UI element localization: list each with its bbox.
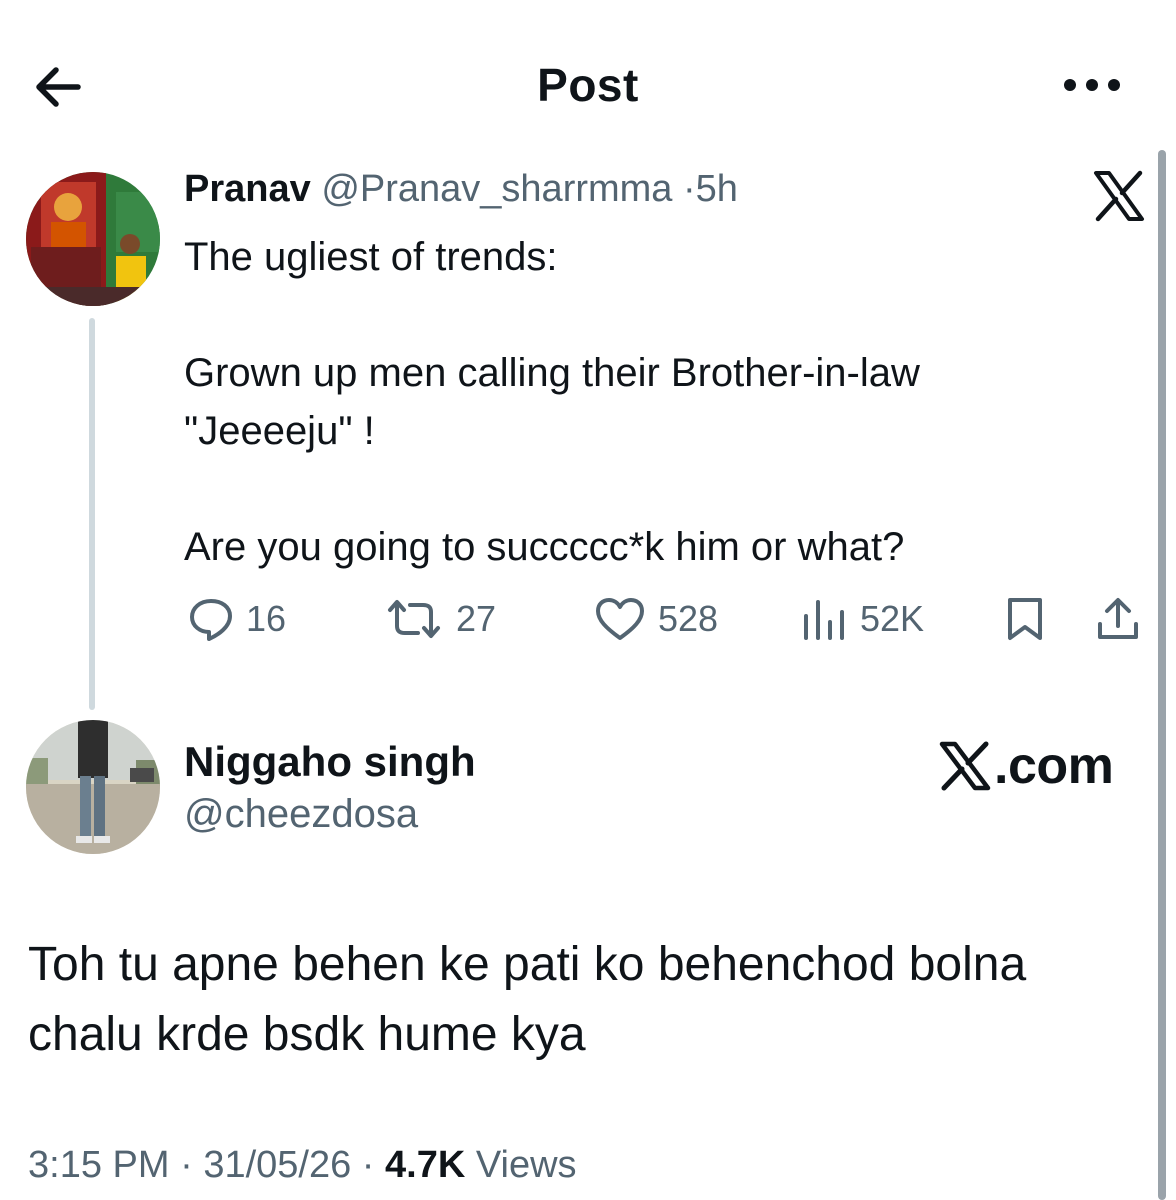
quoted-post-text: The ugliest of trends: Grown up men call… xyxy=(184,228,1124,576)
avatar-niggaho[interactable] xyxy=(26,720,160,854)
like-count: 528 xyxy=(658,598,719,639)
reply-text-line: chalu krde bsdk hume kya xyxy=(28,1008,586,1061)
reply-icon xyxy=(190,599,232,641)
post-views-count: 4.7K xyxy=(385,1144,466,1186)
post-action-bar: 16 27 528 52K xyxy=(184,592,1144,646)
repost-icon xyxy=(388,600,440,638)
x-logo-icon xyxy=(939,741,991,791)
reply-author-name[interactable]: Niggaho singh xyxy=(184,738,476,786)
page-title: Post xyxy=(537,59,639,111)
quoted-text-line: The ugliest of trends: xyxy=(184,235,558,279)
quoted-text-line: "Jeeeeju" ! xyxy=(184,409,375,453)
reply-count: 16 xyxy=(246,598,287,639)
meta-separator: · xyxy=(169,1144,204,1186)
views-count: 52K xyxy=(860,598,925,639)
reply-author-handle[interactable]: @cheezdosa xyxy=(184,792,418,837)
bookmark-icon xyxy=(1008,598,1042,640)
quoted-text-line: Grown up men calling their Brother-in-la… xyxy=(184,351,920,395)
reply-text-line: Toh tu apne behen ke pati ko behenchod b… xyxy=(28,938,1027,991)
thread-line xyxy=(89,318,95,710)
meta-separator: · xyxy=(683,168,696,210)
quoted-post-time[interactable]: 5h xyxy=(696,168,738,210)
share-button[interactable] xyxy=(1096,592,1140,646)
views-button[interactable]: 52K xyxy=(800,592,924,646)
quoted-text-line: Are you going to succccc*k him or what? xyxy=(184,525,905,569)
post-footer-meta: 3:15 PM · 31/05/26 · 4.7K Views xyxy=(28,1144,577,1187)
top-bar: Post xyxy=(0,0,1176,160)
quoted-text-line xyxy=(184,286,1124,344)
quoted-author-name[interactable]: Pranav xyxy=(184,168,311,210)
quoted-post-header: Pranav @Pranav_sharrmma ·5h xyxy=(184,168,738,211)
more-horizontal-icon xyxy=(1064,79,1120,91)
repost-count: 27 xyxy=(456,598,497,639)
x-logo-icon xyxy=(1092,170,1146,222)
post-time[interactable]: 3:15 PM xyxy=(28,1144,170,1186)
bookmark-button[interactable] xyxy=(1004,592,1046,646)
like-button[interactable]: 528 xyxy=(594,592,718,646)
watermark-domain: .com xyxy=(994,737,1114,795)
post-date[interactable]: 31/05/26 xyxy=(203,1144,351,1186)
post-views-label: Views xyxy=(465,1144,577,1186)
bar-chart-icon xyxy=(804,600,844,640)
repost-button[interactable]: 27 xyxy=(384,592,496,646)
quoted-author-handle[interactable]: @Pranav_sharrmma xyxy=(321,168,672,210)
more-options-button[interactable] xyxy=(1060,70,1124,100)
scrollbar[interactable] xyxy=(1158,150,1166,1200)
avatar-pranav[interactable] xyxy=(26,172,160,306)
x-com-watermark: .com xyxy=(938,737,1114,795)
reply-post-text: Toh tu apne behen ke pati ko behenchod b… xyxy=(28,930,1138,1070)
meta-separator: · xyxy=(351,1144,386,1186)
reply-button[interactable]: 16 xyxy=(188,592,286,646)
heart-icon xyxy=(596,598,644,640)
share-icon xyxy=(1098,598,1138,639)
quoted-text-line xyxy=(184,460,1124,518)
